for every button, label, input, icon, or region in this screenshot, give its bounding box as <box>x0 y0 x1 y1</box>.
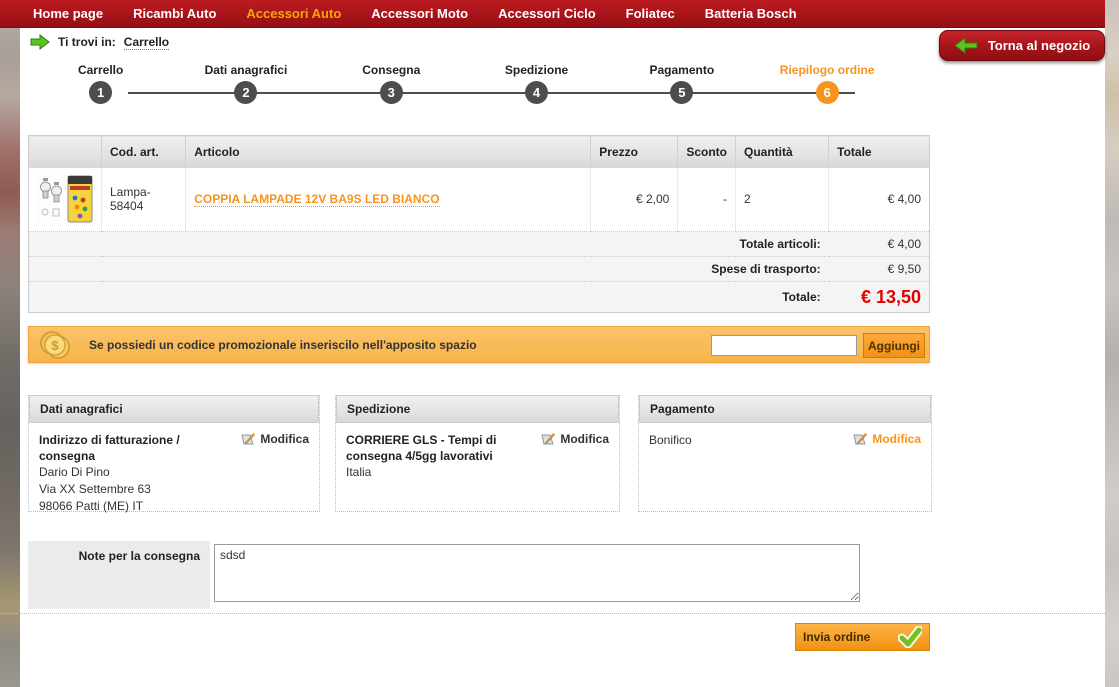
step-label: Riepilogo ordine <box>779 63 875 77</box>
nav-item-home[interactable]: Home page <box>18 6 118 21</box>
shipping-country: Italia <box>346 465 372 480</box>
notes-label: Note per la consegna <box>28 541 210 609</box>
promo-message: Se possiedi un codice promozionale inser… <box>89 337 477 352</box>
summary-row-items: Totale articoli: € 4,00 <box>28 231 930 257</box>
step-number: 4 <box>525 81 549 104</box>
nav-item-ricambi-auto[interactable]: Ricambi Auto <box>118 6 231 21</box>
summary-value: € 4,00 <box>828 231 930 257</box>
checkout-page: Home page Ricambi Auto Accessori Auto Ac… <box>0 0 1119 687</box>
box-title: Dati anagrafici <box>29 395 319 423</box>
step-number: 1 <box>89 81 113 104</box>
edit-label: Modifica <box>560 432 609 446</box>
promo-code-input[interactable] <box>711 335 857 356</box>
step-label: Spedizione <box>504 63 569 77</box>
step-dati-anagrafici[interactable]: Dati anagrafici 2 <box>173 63 318 108</box>
col-image <box>28 135 102 168</box>
col-total: Totale <box>828 135 930 168</box>
promo-add-button[interactable]: Aggiungi <box>863 333 925 358</box>
checkout-steps: Carrello 1 Dati anagrafici 2 Consegna 3 … <box>28 63 900 108</box>
product-link[interactable]: COPPIA LAMPADE 12V BA9S LED BIANCO <box>194 192 440 208</box>
col-code: Cod. art. <box>100 135 186 168</box>
grand-total-label: Totale: <box>28 281 829 313</box>
product-discount: - <box>677 167 736 232</box>
bottom-separator <box>0 613 1105 614</box>
table-header-row: Cod. art. Articolo Prezzo Sconto Quantit… <box>28 135 930 168</box>
summary-row-shipping: Spese di trasporto: € 9,50 <box>28 256 930 282</box>
step-number: 2 <box>234 81 258 104</box>
edit-label: Modifica <box>260 432 309 446</box>
submit-order-button[interactable]: Invia ordine <box>795 623 930 651</box>
green-checkmark-icon <box>898 626 922 648</box>
promo-code-bar: $ Se possiedi un codice promozionale ins… <box>28 326 930 363</box>
summary-label: Spese di trasporto: <box>28 256 829 282</box>
svg-text:$: $ <box>51 338 59 353</box>
edit-icon <box>241 433 256 445</box>
delivery-notes-textarea[interactable]: sdsd <box>214 544 860 602</box>
payment-method: Bonifico <box>649 433 692 447</box>
box-title: Spedizione <box>336 395 619 423</box>
box-dati-anagrafici: Dati anagrafici Indirizzo di fatturazion… <box>28 395 320 513</box>
address-line: Dario Di Pino <box>39 465 110 480</box>
shipping-method: CORRIERE GLS - Tempi di consegna 4/5gg l… <box>346 433 497 464</box>
nav-item-accessori-auto[interactable]: Accessori Auto <box>231 6 356 21</box>
back-to-shop-label: Torna al negozio <box>987 38 1091 53</box>
green-left-arrow-icon <box>953 37 978 54</box>
summary-row-grand-total: Totale: € 13,50 <box>28 281 930 313</box>
nav-item-accessori-moto[interactable]: Accessori Moto <box>356 6 483 21</box>
step-number: 3 <box>379 81 403 104</box>
edit-anagrafica-link[interactable]: Modifica <box>240 432 309 446</box>
product-quantity: 2 <box>734 167 829 232</box>
nav-item-batteria-bosch[interactable]: Batteria Bosch <box>690 6 812 21</box>
step-label: Dati anagrafici <box>204 63 288 77</box>
summary-value: € 9,50 <box>828 256 930 282</box>
step-number: 6 <box>815 81 839 104</box>
product-total: € 4,00 <box>828 167 930 232</box>
step-number: 5 <box>670 81 694 104</box>
step-spedizione[interactable]: Spedizione 4 <box>464 63 609 108</box>
box-pagamento: Pagamento Bonifico Modifica <box>638 395 932 512</box>
billing-address-title: Indirizzo di fatturazione / consegna <box>39 433 180 464</box>
edit-pagamento-link[interactable]: Modifica <box>852 432 921 446</box>
nav-item-foliatec[interactable]: Foliatec <box>611 6 690 21</box>
address-line: Via XX Settembre 63 <box>39 482 151 497</box>
left-background-image <box>0 0 20 687</box>
coins-icon: $ <box>40 330 70 359</box>
step-riepilogo-ordine[interactable]: Riepilogo ordine 6 <box>754 63 899 108</box>
back-to-shop-button[interactable]: Torna al negozio <box>939 30 1105 61</box>
product-price: € 2,00 <box>590 167 678 232</box>
step-carrello[interactable]: Carrello 1 <box>28 63 173 108</box>
col-discount: Sconto <box>677 135 736 168</box>
step-consegna[interactable]: Consegna 3 <box>319 63 464 108</box>
breadcrumb: Ti trovi in: Carrello <box>30 34 170 50</box>
breadcrumb-current-link[interactable]: Carrello <box>123 35 170 50</box>
step-label: Pagamento <box>649 63 715 77</box>
step-label: Carrello <box>77 63 124 77</box>
edit-spedizione-link[interactable]: Modifica <box>540 432 609 446</box>
address-line: 98066 Patti (ME) IT <box>39 498 144 513</box>
nav-item-accessori-ciclo[interactable]: Accessori Ciclo <box>483 6 611 21</box>
step-pagamento[interactable]: Pagamento 5 <box>609 63 754 108</box>
main-nav: Home page Ricambi Auto Accessori Auto Ac… <box>0 0 1105 28</box>
product-thumbnail-cell[interactable] <box>28 167 102 232</box>
col-price: Prezzo <box>590 135 678 168</box>
edit-icon <box>853 433 868 445</box>
col-article: Articolo <box>185 135 591 168</box>
right-background-image <box>1105 0 1119 687</box>
grand-total-value: € 13,50 <box>828 281 930 313</box>
submit-order-label: Invia ordine <box>803 630 871 644</box>
box-title: Pagamento <box>639 395 931 423</box>
table-row: Lampa-58404 COPPIA LAMPADE 12V BA9S LED … <box>28 167 930 232</box>
breadcrumb-prefix: Ti trovi in: <box>58 35 116 49</box>
edit-icon <box>541 433 556 445</box>
product-thumbnail <box>37 174 93 225</box>
step-label: Consegna <box>362 63 421 77</box>
summary-label: Totale articoli: <box>28 231 829 257</box>
col-quantity: Quantità <box>734 135 829 168</box>
box-spedizione: Spedizione CORRIERE GLS - Tempi di conse… <box>335 395 620 512</box>
order-summary-table: Cod. art. Articolo Prezzo Sconto Quantit… <box>28 135 930 313</box>
product-code: Lampa-58404 <box>100 167 186 232</box>
edit-label: Modifica <box>872 432 921 446</box>
green-right-arrow-icon <box>30 34 50 50</box>
